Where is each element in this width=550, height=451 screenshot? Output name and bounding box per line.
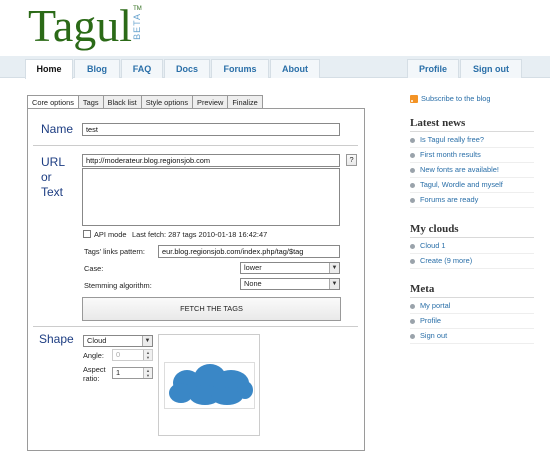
shape-select[interactable]: Cloud ▼ bbox=[83, 335, 153, 347]
news-item-label: New fonts are available! bbox=[420, 165, 499, 174]
links-pattern-input[interactable]: eur.blog.regionsjob.com/index.php/tag/$t… bbox=[158, 245, 340, 258]
nav-home[interactable]: Home bbox=[25, 59, 73, 79]
stemming-select-value: None bbox=[244, 279, 262, 288]
url-label-line1: URL bbox=[41, 155, 66, 169]
last-fetch-info: Last fetch: 287 tags 2010-01-18 16:42:47 bbox=[132, 230, 268, 239]
spinner-arrows-icon[interactable]: ▲ ▼ bbox=[143, 368, 152, 378]
tab-style-options[interactable]: Style options bbox=[141, 95, 194, 109]
nav-about[interactable]: About bbox=[270, 59, 320, 78]
bullet-icon bbox=[410, 182, 415, 188]
meta-item-label: Sign out bbox=[420, 331, 448, 340]
url-input[interactable]: http://moderateur.blog.regionsjob.com bbox=[82, 154, 340, 167]
section-divider bbox=[33, 145, 358, 146]
latest-news-list: Is Tagul really free? First month result… bbox=[410, 133, 534, 208]
cloud-item-label: Create (9 more) bbox=[420, 256, 473, 265]
tab-preview[interactable]: Preview bbox=[193, 95, 229, 109]
stemming-select[interactable]: None ▼ bbox=[240, 278, 340, 290]
name-label: Name bbox=[41, 122, 74, 136]
bullet-icon bbox=[410, 303, 415, 309]
latest-news-heading: Latest news bbox=[410, 116, 534, 132]
bullet-icon bbox=[410, 243, 415, 249]
bullet-icon bbox=[410, 258, 415, 264]
links-pattern-label: Tags' links pattern: bbox=[84, 247, 145, 256]
nav-profile[interactable]: Profile bbox=[407, 59, 459, 78]
meta-item-label: My portal bbox=[420, 301, 451, 310]
news-item[interactable]: Tagul, Wordle and myself bbox=[410, 178, 534, 193]
shape-label: Shape bbox=[39, 332, 74, 346]
url-label-line2: or bbox=[41, 170, 52, 184]
my-clouds-list: Cloud 1 Create (9 more) bbox=[410, 239, 534, 269]
news-item[interactable]: Is Tagul really free? bbox=[410, 133, 534, 148]
rss-icon bbox=[410, 94, 418, 103]
section-divider bbox=[33, 326, 358, 327]
angle-label: Angle: bbox=[83, 351, 104, 360]
tab-finalize[interactable]: Finalize bbox=[228, 95, 263, 109]
editor-tabs: Core options Tags Black list Style optio… bbox=[27, 95, 263, 109]
logo-text: Tagul bbox=[28, 0, 133, 51]
shape-preview bbox=[158, 334, 260, 436]
tab-black-list[interactable]: Black list bbox=[103, 95, 142, 109]
shape-select-value: Cloud bbox=[87, 336, 107, 345]
help-button[interactable]: ? bbox=[346, 154, 357, 166]
bullet-icon bbox=[410, 197, 415, 203]
bullet-icon bbox=[410, 318, 415, 324]
aspect-label-line1: Aspect bbox=[83, 365, 106, 374]
aspect-label-line2: ratio: bbox=[83, 374, 100, 383]
aspect-ratio-value: 1 bbox=[116, 368, 121, 377]
meta-list: My portal Profile Sign out bbox=[410, 299, 534, 344]
nav-blog[interactable]: Blog bbox=[74, 59, 120, 78]
news-item-label: Tagul, Wordle and myself bbox=[420, 180, 503, 189]
meta-item-label: Profile bbox=[420, 316, 441, 325]
news-item[interactable]: Forums are ready bbox=[410, 193, 534, 208]
case-label: Case: bbox=[84, 264, 104, 273]
cloud-item[interactable]: Cloud 1 bbox=[410, 239, 534, 254]
url-label-line3: Text bbox=[41, 185, 64, 199]
cloud-item[interactable]: Create (9 more) bbox=[410, 254, 534, 269]
chevron-down-icon: ▼ bbox=[329, 279, 339, 289]
api-mode-label: API mode bbox=[94, 230, 127, 239]
tab-core-options[interactable]: Core options bbox=[27, 95, 79, 109]
case-select-value: lower bbox=[244, 263, 262, 272]
subscribe-label: Subscribe to the blog bbox=[421, 94, 491, 103]
bullet-icon bbox=[410, 137, 415, 143]
main-navbar: Home Blog FAQ Docs Forums About Profile … bbox=[0, 56, 550, 79]
cloud-shape-icon bbox=[169, 364, 253, 405]
meta-item[interactable]: Sign out bbox=[410, 329, 534, 344]
tagul-logo[interactable]: Tagul TM BETA bbox=[28, 0, 143, 52]
name-input[interactable]: test bbox=[82, 123, 340, 136]
meta-item[interactable]: Profile bbox=[410, 314, 534, 329]
nav-sign-out[interactable]: Sign out bbox=[460, 59, 522, 78]
trademark-mark: TM bbox=[133, 6, 142, 12]
fetch-tags-button[interactable]: FETCH THE TAGS bbox=[82, 297, 341, 321]
api-mode-checkbox[interactable] bbox=[83, 230, 91, 238]
meta-heading: Meta bbox=[410, 282, 534, 298]
cloud-item-label: Cloud 1 bbox=[420, 241, 446, 250]
chevron-down-icon: ▼ bbox=[142, 336, 152, 346]
news-item[interactable]: First month results bbox=[410, 148, 534, 163]
nav-docs[interactable]: Docs bbox=[164, 59, 210, 78]
my-clouds-heading: My clouds bbox=[410, 222, 534, 238]
meta-item[interactable]: My portal bbox=[410, 299, 534, 314]
bullet-icon bbox=[410, 152, 415, 158]
bullet-icon bbox=[410, 167, 415, 173]
news-item-label: Is Tagul really free? bbox=[420, 135, 484, 144]
nav-faq[interactable]: FAQ bbox=[121, 59, 163, 78]
spinner-arrows-icon[interactable]: ▲ ▼ bbox=[143, 350, 152, 360]
shape-preview-frame bbox=[164, 362, 255, 409]
bullet-icon bbox=[410, 333, 415, 339]
chevron-down-icon: ▼ bbox=[329, 263, 339, 273]
beta-label: BETA bbox=[132, 13, 143, 40]
case-select[interactable]: lower ▼ bbox=[240, 262, 340, 274]
aspect-ratio-spinner[interactable]: 1 ▲ ▼ bbox=[112, 367, 153, 379]
stemming-label: Stemming algorithm: bbox=[84, 281, 152, 290]
subscribe-link[interactable]: Subscribe to the blog bbox=[410, 94, 490, 103]
text-area[interactable] bbox=[82, 168, 340, 226]
news-item-label: Forums are ready bbox=[420, 195, 479, 204]
news-item[interactable]: New fonts are available! bbox=[410, 163, 534, 178]
nav-forums[interactable]: Forums bbox=[211, 59, 269, 78]
angle-value: 0 bbox=[116, 350, 121, 359]
news-item-label: First month results bbox=[420, 150, 481, 159]
angle-spinner[interactable]: 0 ▲ ▼ bbox=[112, 349, 153, 361]
tab-tags[interactable]: Tags bbox=[78, 95, 104, 109]
